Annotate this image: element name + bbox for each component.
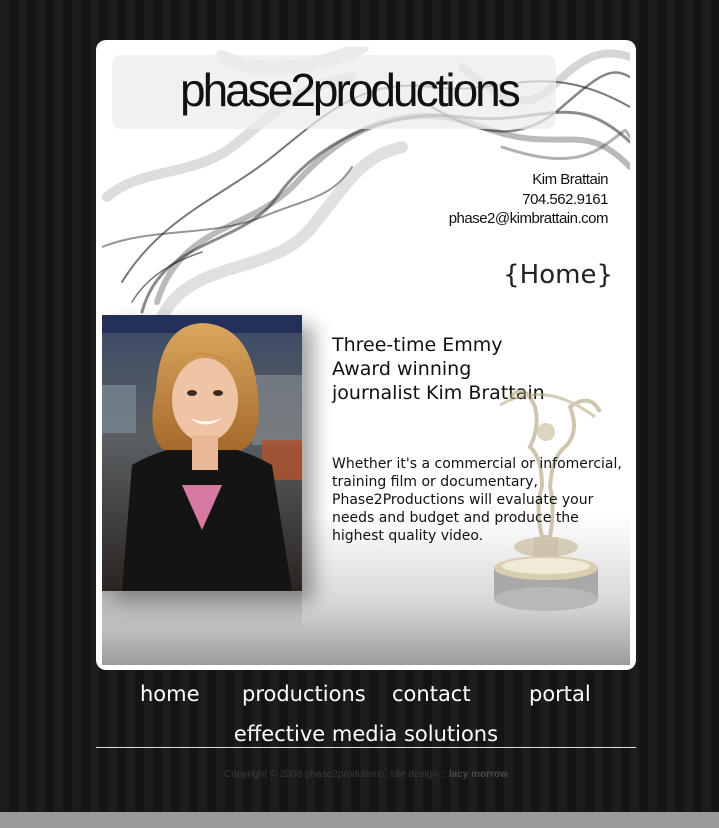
headline-line: Three-time Emmy — [332, 334, 503, 356]
footer-copyright: Copyright © 2008 phase2produtions. site … — [96, 769, 636, 780]
divider — [96, 747, 636, 748]
intro-paragraph: Whether it's a commercial or infomercial… — [332, 456, 622, 544]
site-logo[interactable]: phase2productions — [180, 63, 521, 117]
portrait-photo — [102, 315, 302, 591]
content-panel: phase2productions Kim Brattain 704.562.9… — [102, 47, 630, 665]
headline-line: Award winning — [332, 358, 472, 380]
nav-item-productions[interactable]: productions — [242, 682, 366, 706]
nav-item-contact[interactable]: contact — [392, 682, 471, 706]
contact-block: Kim Brattain 704.562.9161 phase2@kimbrat… — [449, 170, 609, 229]
photo-reflection — [102, 591, 302, 631]
nav-item-portal[interactable]: portal — [529, 682, 591, 706]
tagline: effective media solutions — [233, 722, 499, 746]
contact-email[interactable]: phase2@kimbrattain.com — [449, 209, 609, 229]
contact-name: Kim Brattain — [532, 171, 608, 188]
contact-phone: 704.562.9161 — [522, 190, 608, 208]
copyright-text: Copyright © 2008 phase2produtions. site … — [224, 769, 447, 780]
page-title: {Home} — [503, 260, 613, 290]
bottom-bar — [0, 812, 719, 828]
main-nav: home productions contact portal — [96, 682, 636, 712]
designer-link[interactable]: lacy morrow — [449, 769, 508, 780]
nav-item-home[interactable]: home — [140, 682, 200, 706]
